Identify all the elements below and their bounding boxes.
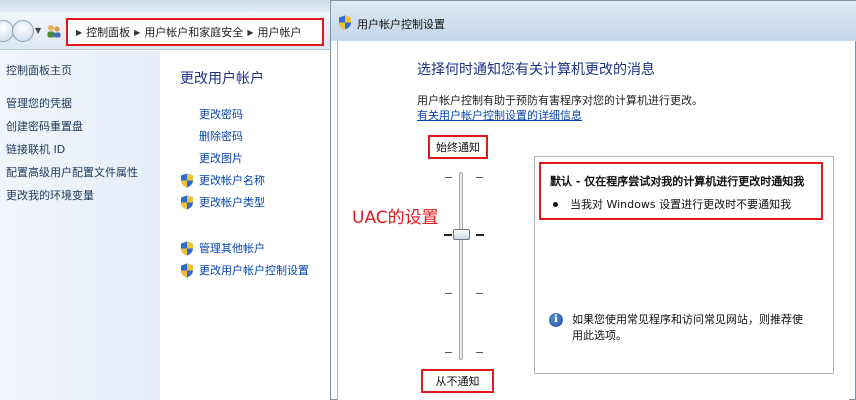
setting-bullet: 当我对 Windows 设置进行更改时不要通知我 — [553, 196, 791, 212]
task-label: 更改图片 — [199, 152, 243, 165]
task-label: 更改帐户名称 — [199, 174, 265, 187]
task-change-account-name[interactable]: 更改帐户名称 — [180, 171, 265, 189]
page-title: 更改用户帐户 — [180, 71, 264, 87]
nav-manage-credentials[interactable]: 管理您的凭据 — [6, 96, 160, 119]
task-change-picture[interactable]: 更改图片 — [180, 149, 243, 167]
slider-tick — [444, 234, 452, 236]
uac-shield-icon — [339, 15, 351, 30]
task-label: 更改密码 — [199, 108, 243, 121]
setting-title: 默认 - 仅在程序尝试对我的计算机进行更改时通知我 — [550, 175, 805, 188]
slider-thumb[interactable] — [453, 229, 470, 240]
uac-shield-icon — [181, 173, 193, 187]
breadcrumb-item-family-safety[interactable]: 用户帐户和家庭安全 — [144, 24, 243, 40]
nav-control-panel-home[interactable]: 控制面板主页 — [6, 63, 160, 86]
dialog-heading: 选择何时通知您有关计算机更改的消息 — [417, 62, 655, 78]
users-icon — [47, 25, 61, 38]
dialog-title: 用户帐户控制设置 — [357, 18, 445, 31]
highlight-box: 默认 - 仅在程序尝试对我的计算机进行更改时通知我 当我对 Windows 设置… — [539, 162, 823, 220]
history-dropdown-icon[interactable]: ▼ — [35, 26, 41, 35]
slider-tick — [476, 352, 483, 353]
setting-description-panel: 默认 - 仅在程序尝试对我的计算机进行更改时通知我 当我对 Windows 设置… — [534, 156, 834, 374]
breadcrumb-item-user-accounts[interactable]: 用户帐户 — [257, 24, 301, 40]
nav-advanced-profile[interactable]: 配置高级用户配置文件属性 — [6, 165, 160, 188]
slider-tick — [445, 293, 452, 294]
task-change-uac-settings[interactable]: 更改用户帐户控制设置 — [180, 261, 309, 279]
slider-tick — [476, 177, 483, 178]
slider-bottom-label: 从不通知 — [421, 369, 494, 393]
slider-tick — [476, 234, 484, 236]
task-change-password[interactable]: 更改密码 — [180, 105, 243, 123]
chevron-right-icon: ▶ — [76, 27, 83, 37]
task-label: 更改帐户类型 — [199, 196, 265, 209]
task-label: 更改用户帐户控制设置 — [199, 264, 309, 277]
setting-bullet-text: 当我对 Windows 设置进行更改时不要通知我 — [570, 198, 792, 211]
task-change-account-type[interactable]: 更改帐户类型 — [180, 193, 265, 211]
breadcrumb-item-control-panel[interactable]: 控制面板 — [86, 24, 130, 40]
dialog-description: 用户帐户控制有助于预防有害程序对您的计算机进行更改。 — [417, 94, 703, 107]
uac-settings-dialog: 用户帐户控制设置 选择何时通知您有关计算机更改的消息 用户帐户控制有助于预防有害… — [330, 0, 856, 400]
uac-shield-icon — [181, 241, 193, 255]
main-content: 更改用户帐户 更改密码 删除密码 更改图片 更改帐户名称 更改帐户类型 管理其他… — [160, 51, 332, 400]
slider-tick — [445, 177, 452, 178]
dialog-body: 选择何时通知您有关计算机更改的消息 用户帐户控制有助于预防有害程序对您的计算机进… — [337, 41, 849, 400]
info-text: 如果您使用常见程序和访问常见网站，则推荐使用此选项。 — [572, 313, 803, 342]
dialog-titlebar[interactable]: 用户帐户控制设置 — [331, 1, 856, 41]
left-nav-pane: 控制面板主页 管理您的凭据 创建密码重置盘 链接联机 ID 配置高级用户配置文件… — [0, 51, 160, 400]
chevron-right-icon[interactable]: ▶ — [134, 28, 140, 37]
task-label: 删除密码 — [199, 130, 243, 143]
annotation-uac-settings: UAC的设置 — [352, 208, 439, 228]
forward-button[interactable] — [12, 20, 34, 42]
nav-link-online-id[interactable]: 链接联机 ID — [6, 142, 160, 165]
info-icon: i — [549, 313, 563, 327]
recommendation-info: i 如果您使用常见程序和访问常见网站，则推荐使用此选项。 — [549, 312, 829, 344]
chevron-right-icon[interactable]: ▶ — [247, 28, 253, 37]
task-remove-password[interactable]: 删除密码 — [180, 127, 243, 145]
slider-top-label: 始终通知 — [428, 135, 488, 159]
breadcrumb: ▶ 控制面板 ▶ 用户帐户和家庭安全 ▶ 用户帐户 — [66, 18, 324, 46]
slider-tick — [476, 293, 483, 294]
uac-shield-icon — [181, 263, 193, 277]
task-manage-other-accounts[interactable]: 管理其他帐户 — [180, 239, 265, 257]
nav-env-variables[interactable]: 更改我的环境变量 — [6, 188, 160, 211]
uac-shield-icon — [181, 195, 193, 209]
learn-more-link[interactable]: 有关用户帐户控制设置的详细信息 — [417, 107, 582, 123]
task-label: 管理其他帐户 — [199, 242, 265, 255]
slider-track[interactable] — [459, 172, 463, 360]
nav-create-reset-disk[interactable]: 创建密码重置盘 — [6, 119, 160, 142]
bullet-icon — [553, 201, 558, 207]
slider-tick — [445, 352, 452, 353]
